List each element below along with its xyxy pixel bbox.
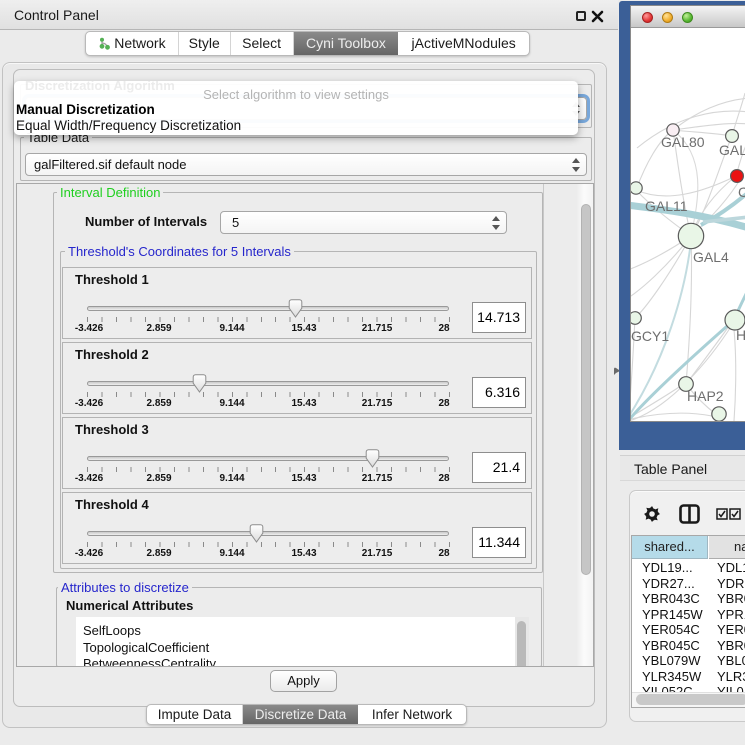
- svg-text:H: H: [736, 327, 745, 343]
- svg-text:C: C: [738, 184, 745, 200]
- svg-text:GCY1: GCY1: [631, 328, 669, 344]
- svg-text:HAP2: HAP2: [687, 388, 724, 404]
- svg-text:GAL80: GAL80: [661, 134, 705, 150]
- svg-text:GAL: GAL: [719, 142, 745, 158]
- svg-text:GAL11: GAL11: [645, 198, 688, 214]
- svg-text:GAL4: GAL4: [693, 249, 729, 265]
